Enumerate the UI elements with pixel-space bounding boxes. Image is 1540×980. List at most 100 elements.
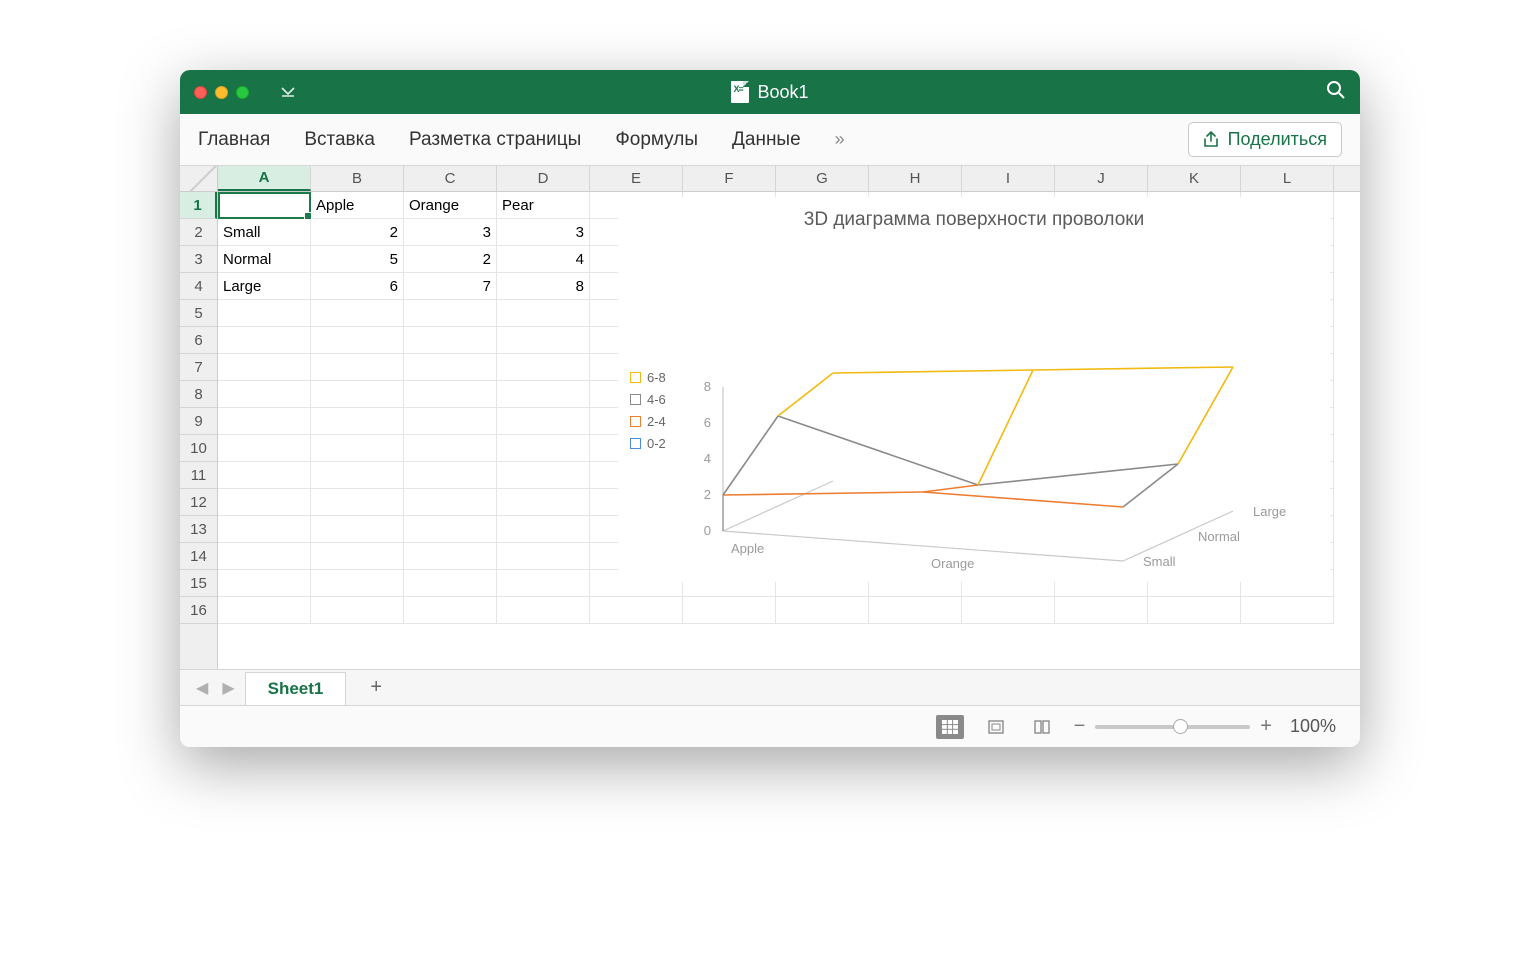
cell-B14[interactable] (311, 543, 404, 570)
cell-A6[interactable] (218, 327, 311, 354)
cell-C9[interactable] (404, 408, 497, 435)
col-header-I[interactable]: I (962, 166, 1055, 191)
sheet-nav-next-icon[interactable]: ▶ (218, 678, 238, 698)
cell-A14[interactable] (218, 543, 311, 570)
cell-H16[interactable] (869, 597, 962, 624)
row-header-15[interactable]: 15 (180, 570, 217, 597)
cell-C16[interactable] (404, 597, 497, 624)
zoom-out-button[interactable]: − (1074, 715, 1086, 738)
tab-formulas[interactable]: Формулы (615, 129, 698, 151)
minimize-window-button[interactable] (215, 86, 228, 99)
cell-A11[interactable] (218, 462, 311, 489)
cell-B4[interactable]: 6 (311, 273, 404, 300)
cell-J16[interactable] (1055, 597, 1148, 624)
cell-E16[interactable] (590, 597, 683, 624)
cell-D12[interactable] (497, 489, 590, 516)
row-header-7[interactable]: 7 (180, 354, 217, 381)
view-page-break-icon[interactable] (1028, 715, 1056, 739)
cell-D2[interactable]: 3 (497, 219, 590, 246)
cell-B8[interactable] (311, 381, 404, 408)
cell-D7[interactable] (497, 354, 590, 381)
cell-grid[interactable]: Apple Orange Pear Small 2 3 3 Normal 5 2… (218, 192, 1360, 669)
cell-B6[interactable] (311, 327, 404, 354)
cell-C14[interactable] (404, 543, 497, 570)
cell-A5[interactable] (218, 300, 311, 327)
cell-C12[interactable] (404, 489, 497, 516)
row-header-10[interactable]: 10 (180, 435, 217, 462)
cell-D13[interactable] (497, 516, 590, 543)
tab-home[interactable]: Главная (198, 129, 270, 151)
zoom-in-button[interactable]: + (1260, 715, 1272, 738)
col-header-E[interactable]: E (590, 166, 683, 191)
cell-D6[interactable] (497, 327, 590, 354)
cell-A10[interactable] (218, 435, 311, 462)
more-tabs-icon[interactable]: » (835, 129, 845, 150)
cell-B10[interactable] (311, 435, 404, 462)
cell-B12[interactable] (311, 489, 404, 516)
col-header-H[interactable]: H (869, 166, 962, 191)
zoom-slider-thumb[interactable] (1173, 719, 1188, 734)
row-header-1[interactable]: 1 (180, 192, 217, 219)
cell-A7[interactable] (218, 354, 311, 381)
cell-D4[interactable]: 8 (497, 273, 590, 300)
tab-insert[interactable]: Вставка (304, 129, 375, 151)
cell-D10[interactable] (497, 435, 590, 462)
row-header-8[interactable]: 8 (180, 381, 217, 408)
col-header-J[interactable]: J (1055, 166, 1148, 191)
col-header-K[interactable]: K (1148, 166, 1241, 191)
zoom-percent[interactable]: 100% (1290, 716, 1336, 737)
cell-B7[interactable] (311, 354, 404, 381)
tab-data[interactable]: Данные (732, 129, 801, 151)
cell-A9[interactable] (218, 408, 311, 435)
cell-C15[interactable] (404, 570, 497, 597)
view-normal-icon[interactable] (936, 715, 964, 739)
cell-A16[interactable] (218, 597, 311, 624)
cell-D9[interactable] (497, 408, 590, 435)
row-header-12[interactable]: 12 (180, 489, 217, 516)
cell-C10[interactable] (404, 435, 497, 462)
cell-B13[interactable] (311, 516, 404, 543)
quick-access-dropdown-icon[interactable] (281, 85, 295, 100)
cell-A12[interactable] (218, 489, 311, 516)
sheet-tab-active[interactable]: Sheet1 (245, 672, 347, 705)
cell-D16[interactable] (497, 597, 590, 624)
cell-A8[interactable] (218, 381, 311, 408)
cell-C6[interactable] (404, 327, 497, 354)
cell-C2[interactable]: 3 (404, 219, 497, 246)
row-header-5[interactable]: 5 (180, 300, 217, 327)
row-header-6[interactable]: 6 (180, 327, 217, 354)
col-header-L[interactable]: L (1241, 166, 1334, 191)
cell-D11[interactable] (497, 462, 590, 489)
cell-C1[interactable]: Orange (404, 192, 497, 219)
col-header-A[interactable]: A (218, 166, 311, 191)
col-header-F[interactable]: F (683, 166, 776, 191)
cell-C7[interactable] (404, 354, 497, 381)
cell-B3[interactable]: 5 (311, 246, 404, 273)
add-sheet-button[interactable]: + (352, 672, 400, 703)
search-icon[interactable] (1326, 80, 1346, 105)
sheet-nav-prev-icon[interactable]: ◀ (192, 678, 212, 698)
row-header-14[interactable]: 14 (180, 543, 217, 570)
col-header-G[interactable]: G (776, 166, 869, 191)
col-header-D[interactable]: D (497, 166, 590, 191)
col-header-B[interactable]: B (311, 166, 404, 191)
col-header-C[interactable]: C (404, 166, 497, 191)
cell-G16[interactable] (776, 597, 869, 624)
cell-B16[interactable] (311, 597, 404, 624)
row-header-4[interactable]: 4 (180, 273, 217, 300)
cell-C5[interactable] (404, 300, 497, 327)
close-window-button[interactable] (194, 86, 207, 99)
cell-B9[interactable] (311, 408, 404, 435)
row-header-11[interactable]: 11 (180, 462, 217, 489)
tab-page-layout[interactable]: Разметка страницы (409, 129, 581, 151)
cell-C3[interactable]: 2 (404, 246, 497, 273)
cell-A13[interactable] (218, 516, 311, 543)
chart-object[interactable]: 3D диаграмма поверхности проволоки 6-8 4… (618, 197, 1330, 582)
cell-B2[interactable]: 2 (311, 219, 404, 246)
cell-B15[interactable] (311, 570, 404, 597)
cell-D1[interactable]: Pear (497, 192, 590, 219)
row-header-9[interactable]: 9 (180, 408, 217, 435)
cell-D8[interactable] (497, 381, 590, 408)
cell-A4[interactable]: Large (218, 273, 311, 300)
cell-A3[interactable]: Normal (218, 246, 311, 273)
